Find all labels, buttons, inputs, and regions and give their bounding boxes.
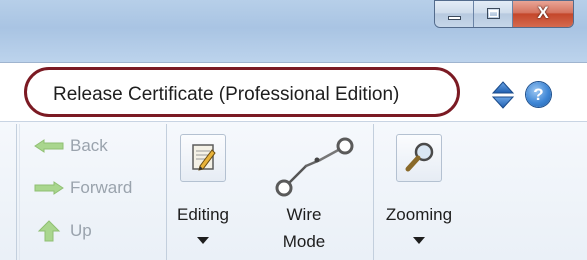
wire-mode-label-line1: Wire bbox=[286, 205, 322, 224]
ribbon-separator bbox=[373, 124, 374, 260]
close-icon: X bbox=[537, 3, 549, 22]
ribbon-separator bbox=[166, 124, 167, 260]
forward-button[interactable]: Forward bbox=[34, 178, 132, 198]
zooming-label: Zooming bbox=[385, 205, 453, 224]
zooming-button[interactable] bbox=[396, 134, 442, 182]
maximize-icon bbox=[487, 8, 500, 19]
back-button[interactable]: Back bbox=[34, 136, 108, 156]
ribbon-separator bbox=[19, 124, 20, 260]
editing-label: Editing bbox=[177, 205, 229, 224]
help-icon[interactable]: ? bbox=[526, 82, 551, 107]
ribbon-separator bbox=[16, 124, 17, 260]
up-label: Up bbox=[70, 221, 92, 240]
wire-mode-label-line2: Mode bbox=[282, 232, 326, 251]
magnifier-icon bbox=[405, 142, 434, 172]
up-arrow-icon bbox=[37, 220, 61, 242]
forward-arrow-icon bbox=[34, 181, 64, 195]
forward-label: Forward bbox=[70, 178, 133, 197]
editing-dropdown-arrow-icon[interactable] bbox=[197, 237, 209, 244]
minimize-icon bbox=[448, 16, 461, 20]
up-button[interactable]: Up bbox=[34, 220, 92, 242]
maximize-button[interactable] bbox=[474, 1, 513, 27]
wire-mode-icon[interactable] bbox=[272, 136, 358, 200]
editing-button[interactable] bbox=[180, 134, 226, 182]
up-down-arrows-icon[interactable] bbox=[491, 80, 515, 110]
minimize-button[interactable] bbox=[435, 1, 474, 27]
back-label: Back bbox=[70, 136, 108, 155]
back-arrow-icon bbox=[34, 139, 64, 153]
page-title: Release Certificate (Professional Editio… bbox=[53, 84, 400, 105]
editing-icon bbox=[192, 144, 216, 171]
zooming-dropdown-arrow-icon[interactable] bbox=[413, 237, 425, 244]
close-button[interactable]: X bbox=[513, 1, 573, 27]
window-controls: X bbox=[435, 1, 573, 27]
